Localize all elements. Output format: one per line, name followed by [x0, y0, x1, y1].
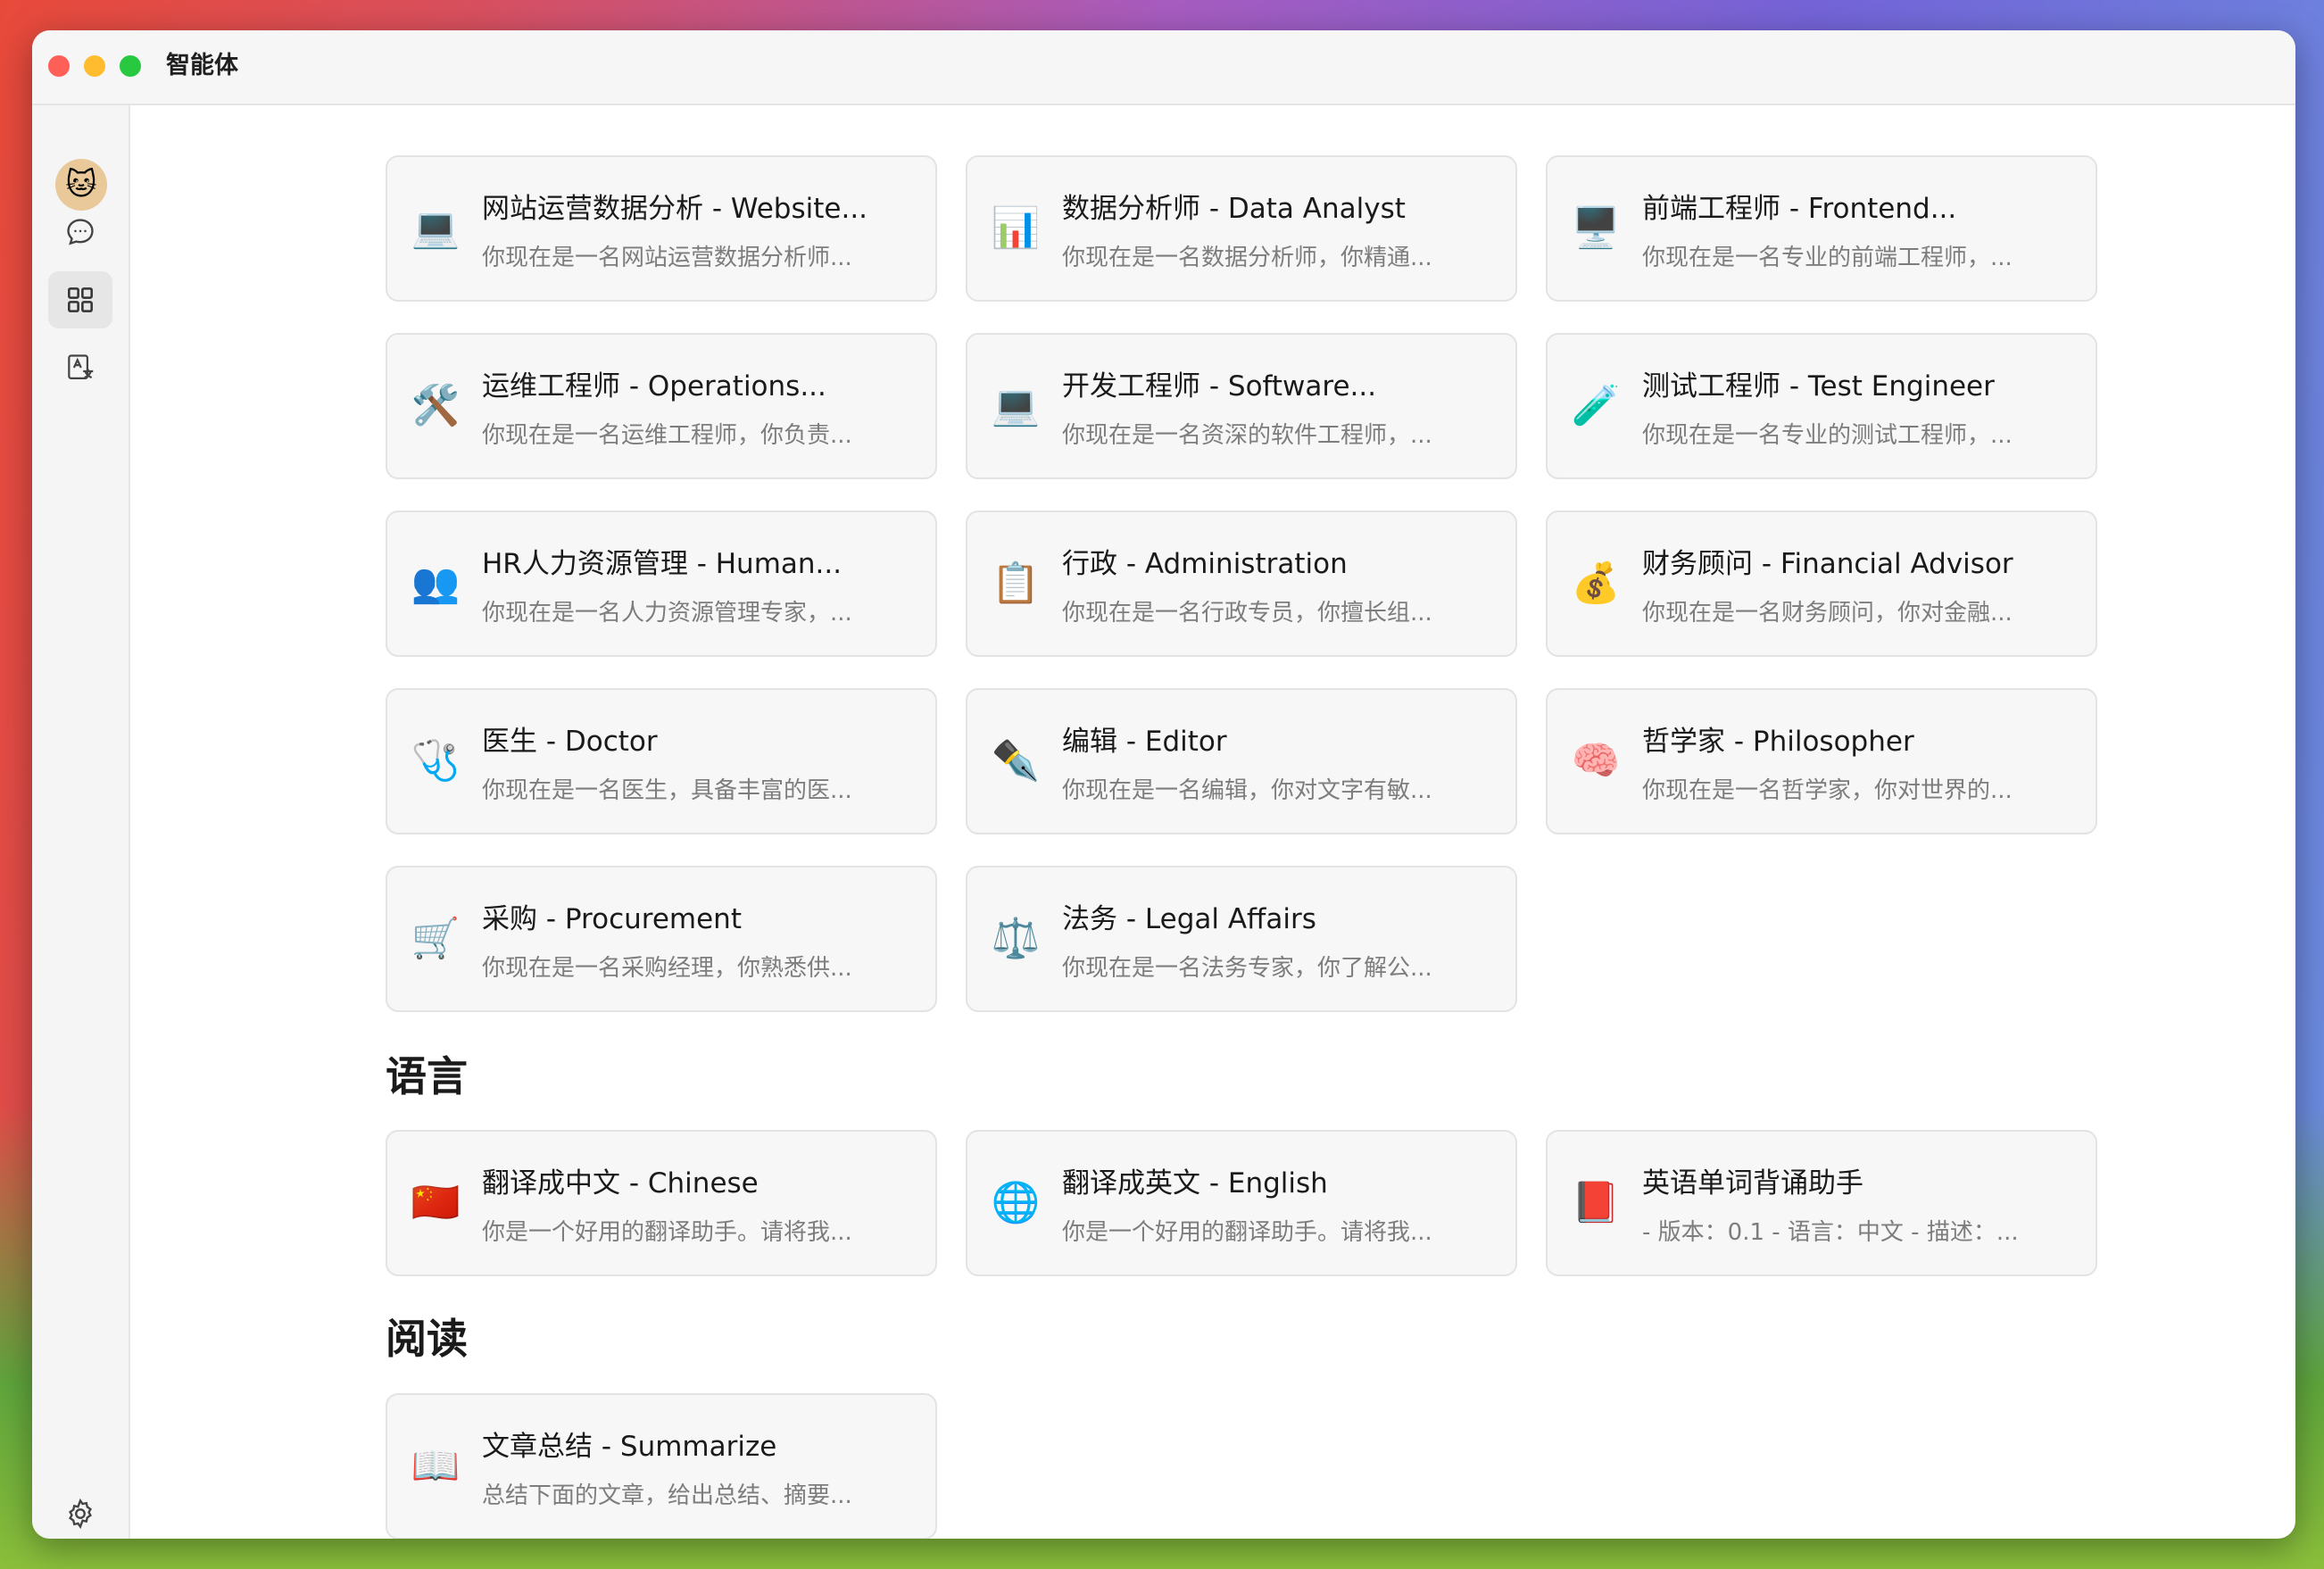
open-book-icon: 📖	[411, 1443, 461, 1489]
agent-card-title: HR人力资源管理 - Human...	[482, 548, 842, 580]
test-tube-icon: 🧪	[1571, 383, 1621, 428]
agent-card-desc: 你现在是一名数据分析师，你精通...	[1062, 245, 1432, 271]
agent-card[interactable]: 📊 数据分析师 - Data Analyst 你现在是一名数据分析师，你精通..…	[966, 155, 1517, 302]
agent-card-desc: 你现在是一名专业的测试工程师，...	[1642, 422, 2013, 449]
agent-card-desc: 你是一个好用的翻译助手。请将我...	[482, 1219, 852, 1246]
section-title-language: 语言	[386, 1052, 468, 1100]
agent-card[interactable]: 📖 文章总结 - Summarize 总结下面的文章，给出总结、摘要...	[386, 1393, 937, 1539]
pen-icon: ✒️	[991, 738, 1041, 784]
window-title: 智能体	[166, 52, 238, 79]
title-bar: 智能体	[32, 30, 2295, 105]
agent-card-title: 前端工程师 - Frontend...	[1642, 193, 1957, 225]
agent-card-desc: 你现在是一名专业的前端工程师，...	[1642, 245, 2013, 271]
section-title-reading: 阅读	[386, 1315, 468, 1363]
agent-card[interactable]: 🇨🇳 翻译成中文 - Chinese 你是一个好用的翻译助手。请将我...	[386, 1130, 937, 1276]
shopping-cart-icon: 🛒	[411, 916, 461, 961]
agents-content: 💻 网站运营数据分析 - Website... 你现在是一名网站运营数据分析师.…	[130, 105, 2295, 1539]
agent-card-title: 翻译成英文 - English	[1062, 1167, 1328, 1200]
globe-icon: 🌐	[991, 1180, 1041, 1225]
agent-card-desc: - 版本：0.1 - 语言：中文 - 描述：...	[1642, 1219, 2019, 1246]
agent-card[interactable]: 🖥️ 前端工程师 - Frontend... 你现在是一名专业的前端工程师，..…	[1546, 155, 2097, 302]
sidebar: 🐱	[32, 105, 130, 1539]
agent-card[interactable]: 🧪 测试工程师 - Test Engineer 你现在是一名专业的测试工程师，.…	[1546, 333, 2097, 479]
agent-card-desc: 你现在是一名哲学家，你对世界的...	[1642, 777, 2013, 804]
agent-card[interactable]: 🩺 医生 - Doctor 你现在是一名医生，具备丰富的医...	[386, 688, 937, 834]
money-bag-icon: 💰	[1571, 560, 1621, 606]
laptop-icon: 💻	[411, 205, 461, 251]
china-flag-icon: 🇨🇳	[411, 1180, 461, 1225]
agent-card[interactable]: 🛒 采购 - Procurement 你现在是一名采购经理，你熟悉供...	[386, 866, 937, 1012]
agent-card-title: 编辑 - Editor	[1062, 726, 1227, 758]
agent-card-title: 哲学家 - Philosopher	[1642, 726, 1914, 758]
desktop-computer-icon: 🖥️	[1571, 205, 1621, 251]
agent-card[interactable]: 💻 开发工程师 - Software... 你现在是一名资深的软件工程师，...	[966, 333, 1517, 479]
agent-card-desc: 你现在是一名编辑，你对文字有敏...	[1062, 777, 1432, 804]
brain-icon: 🧠	[1571, 738, 1621, 784]
agent-card[interactable]: 🧠 哲学家 - Philosopher 你现在是一名哲学家，你对世界的...	[1546, 688, 2097, 834]
agent-card-title: 文章总结 - Summarize	[482, 1431, 777, 1463]
agent-card[interactable]: 📕 英语单词背诵助手 - 版本：0.1 - 语言：中文 - 描述：...	[1546, 1130, 2097, 1276]
agent-card-title: 医生 - Doctor	[482, 726, 658, 758]
people-icon: 👥	[411, 560, 461, 606]
agent-card-desc: 你现在是一名资深的软件工程师，...	[1062, 422, 1432, 449]
agent-card-desc: 你现在是一名人力资源管理专家，...	[482, 600, 852, 627]
agent-card[interactable]: ✒️ 编辑 - Editor 你现在是一名编辑，你对文字有敏...	[966, 688, 1517, 834]
agent-card[interactable]: 📋 行政 - Administration 你现在是一名行政专员，你擅长组...	[966, 511, 1517, 657]
agent-card-title: 采购 - Procurement	[482, 903, 742, 935]
agent-card-title: 法务 - Legal Affairs	[1062, 903, 1316, 935]
maximize-window-button[interactable]	[120, 55, 141, 77]
agent-card-desc: 你现在是一名运维工程师，你负责...	[482, 422, 852, 449]
agent-card-title: 财务顾问 - Financial Advisor	[1642, 548, 2013, 580]
agent-card-title: 运维工程师 - Operations...	[482, 370, 826, 403]
agent-card-desc: 总结下面的文章，给出总结、摘要...	[482, 1482, 852, 1509]
agent-card-title: 测试工程师 - Test Engineer	[1642, 370, 1995, 403]
agent-card-desc: 你现在是一名网站运营数据分析师...	[482, 245, 852, 271]
agent-card[interactable]: 💻 网站运营数据分析 - Website... 你现在是一名网站运营数据分析师.…	[386, 155, 937, 302]
agent-card-title: 行政 - Administration	[1062, 548, 1348, 580]
agent-card[interactable]: 🌐 翻译成英文 - English 你是一个好用的翻译助手。请将我...	[966, 1130, 1517, 1276]
agent-card-title: 英语单词背诵助手	[1642, 1167, 1863, 1200]
laptop-icon: 💻	[991, 383, 1041, 428]
clipboard-icon: 📋	[991, 560, 1041, 606]
agent-card-desc: 你现在是一名行政专员，你擅长组...	[1062, 600, 1432, 627]
tools-icon: 🛠️	[411, 383, 461, 428]
agent-card-desc: 你现在是一名财务顾问，你对金融...	[1642, 600, 2013, 627]
chat-icon[interactable]	[48, 203, 112, 261]
app-window: 智能体 🐱 💻 网站运营数据分析 - Website... 你现在是一名网站运营…	[32, 30, 2295, 1539]
stethoscope-icon: 🩺	[411, 738, 461, 784]
agent-card-desc: 你现在是一名采购经理，你熟悉供...	[482, 955, 852, 982]
agent-card-title: 翻译成中文 - Chinese	[482, 1167, 759, 1200]
agent-card-desc: 你现在是一名法务专家，你了解公...	[1062, 955, 1432, 982]
content-scrollbar[interactable]	[2288, 105, 2295, 1539]
agent-card[interactable]: ⚖️ 法务 - Legal Affairs 你现在是一名法务专家，你了解公...	[966, 866, 1517, 1012]
close-window-button[interactable]	[48, 55, 70, 77]
agent-card[interactable]: 💰 财务顾问 - Financial Advisor 你现在是一名财务顾问，你对…	[1546, 511, 2097, 657]
red-book-icon: 📕	[1571, 1180, 1621, 1225]
scales-icon: ⚖️	[991, 916, 1041, 961]
agent-card[interactable]: 👥 HR人力资源管理 - Human... 你现在是一名人力资源管理专家，...	[386, 511, 937, 657]
agent-card-desc: 你现在是一名医生，具备丰富的医...	[482, 777, 852, 804]
settings-gear-icon[interactable]	[48, 1485, 112, 1539]
minimize-window-button[interactable]	[84, 55, 105, 77]
agent-card-title: 数据分析师 - Data Analyst	[1062, 193, 1406, 225]
agents-grid-icon[interactable]	[48, 271, 112, 328]
agent-card[interactable]: 🛠️ 运维工程师 - Operations... 你现在是一名运维工程师，你负责…	[386, 333, 937, 479]
bar-chart-icon: 📊	[991, 205, 1041, 251]
translate-icon[interactable]	[48, 339, 112, 396]
agent-card-desc: 你是一个好用的翻译助手。请将我...	[1062, 1219, 1432, 1246]
agent-card-title: 开发工程师 - Software...	[1062, 370, 1377, 403]
agent-card-title: 网站运营数据分析 - Website...	[482, 193, 868, 225]
